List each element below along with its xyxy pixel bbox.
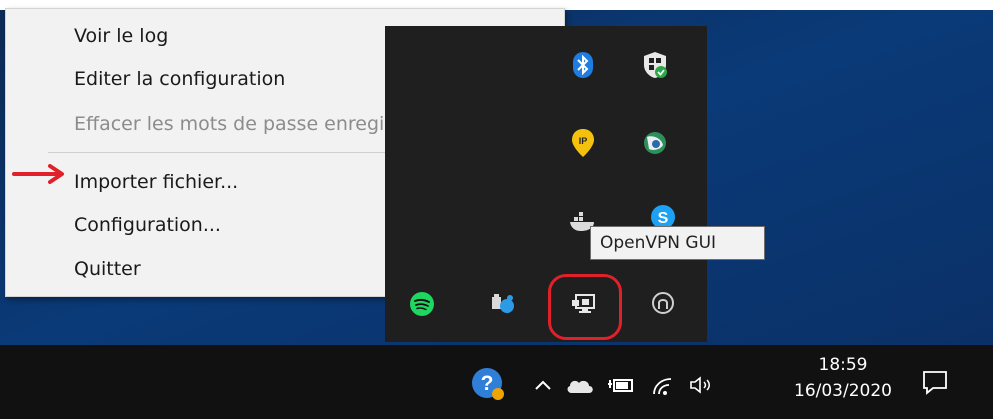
svg-text:IP: IP: [579, 136, 588, 146]
clock-time: 18:59: [818, 355, 868, 375]
ip-location-icon[interactable]: IP: [566, 126, 600, 160]
onedrive-icon[interactable]: [562, 370, 598, 400]
battery-icon[interactable]: [604, 370, 638, 400]
taskbar-clock[interactable]: 18:59 16/03/2020: [788, 352, 898, 404]
red-arrow-annotation-icon: [12, 164, 64, 184]
openvpn-highlight-circle: [548, 274, 622, 340]
wifi-icon[interactable]: [648, 370, 678, 400]
windows-security-icon[interactable]: [638, 48, 672, 82]
menu-item-view-log[interactable]: Voir le log: [74, 21, 168, 51]
spotify-icon[interactable]: [405, 287, 439, 321]
menu-item-clear-passwords: Effacer les mots de passe enregistrés: [74, 113, 431, 135]
steelseries-icon[interactable]: [646, 286, 680, 320]
bluetooth-icon[interactable]: [566, 48, 600, 82]
menu-item-edit-config[interactable]: Editer la configuration: [74, 64, 285, 94]
menu-item-configuration[interactable]: Configuration...: [74, 210, 221, 240]
clock-date: 16/03/2020: [794, 381, 892, 401]
volume-icon[interactable]: [686, 370, 716, 400]
notifications-icon[interactable]: [916, 360, 954, 404]
svg-text:S: S: [658, 210, 669, 227]
help-icon[interactable]: ?: [468, 364, 508, 404]
menu-item-import-file[interactable]: Importer fichier...: [74, 167, 238, 197]
menu-item-quit[interactable]: Quitter: [74, 254, 141, 284]
openvpn-tooltip: OpenVPN GUI: [590, 226, 765, 260]
show-hidden-icons-chevron[interactable]: [530, 370, 556, 400]
svg-text:?: ?: [481, 372, 494, 395]
teams-like-icon[interactable]: [486, 287, 520, 321]
globe-app-icon[interactable]: [638, 126, 672, 160]
